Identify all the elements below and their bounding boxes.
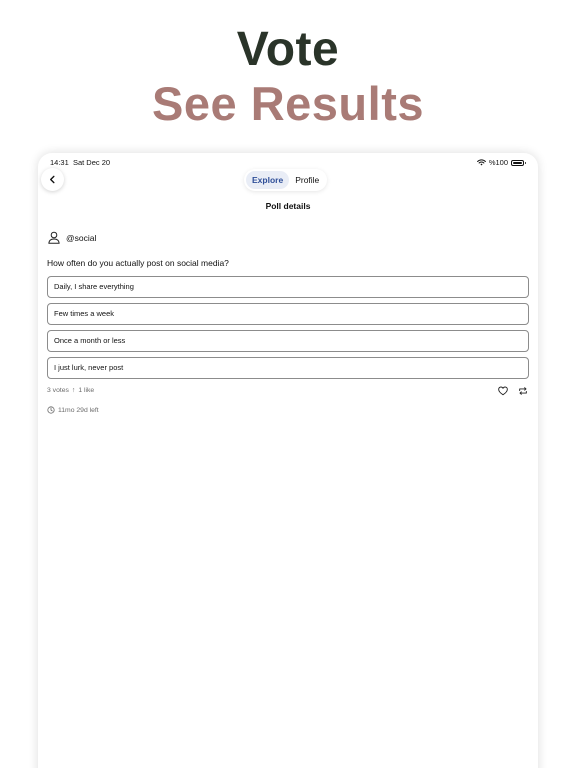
author-handle: @social [66,232,97,243]
status-indicators: %100 [476,158,526,167]
chevron-left-icon [50,175,55,184]
poll-question: How often do you actually post on social… [47,258,229,268]
device-screen: 14:31 Sat Dec 20 %100 Explore Profile Po… [38,153,538,768]
status-time: 14:31 [50,158,69,167]
poll-actions [498,386,528,396]
poll-stats: 3 votes ↑ 1 like [47,387,94,394]
stats-separator: ↑ [71,387,76,394]
status-date: Sat Dec 20 [72,158,111,167]
poll-option-lurk[interactable]: I just lurk, never post [47,357,529,379]
poll-option-weekly[interactable]: Few times a week [47,303,529,325]
battery-icon [511,159,526,166]
timer-icon [47,406,55,414]
person-icon [48,231,60,244]
headline-vote: Vote [236,23,340,76]
tab-explore[interactable]: Explore [246,171,290,189]
tab-profile[interactable]: Profile [289,171,325,189]
status-datetime: 14:31 Sat Dec 20 [50,158,110,167]
poll-time-left: 11mo 29d left [47,406,99,414]
poll-option-daily[interactable]: Daily, I share everything [47,276,529,298]
poll-options: Daily, I share everything Few times a we… [47,276,529,384]
heart-icon[interactable] [498,386,508,396]
poll-author[interactable]: @social [48,231,96,244]
time-left-label: 11mo 29d left [58,406,99,414]
headline-see-results: See Results [152,77,424,130]
back-button[interactable] [41,168,64,191]
wifi-icon [476,159,486,166]
page-title: Poll details [265,201,311,211]
repost-icon[interactable] [518,386,528,396]
nav-segmented-control: Explore Profile [244,169,328,191]
vote-count: 3 votes [47,387,69,394]
battery-percent: %100 [488,158,508,167]
poll-option-monthly[interactable]: Once a month or less [47,330,529,352]
like-count: 1 like [78,387,95,394]
